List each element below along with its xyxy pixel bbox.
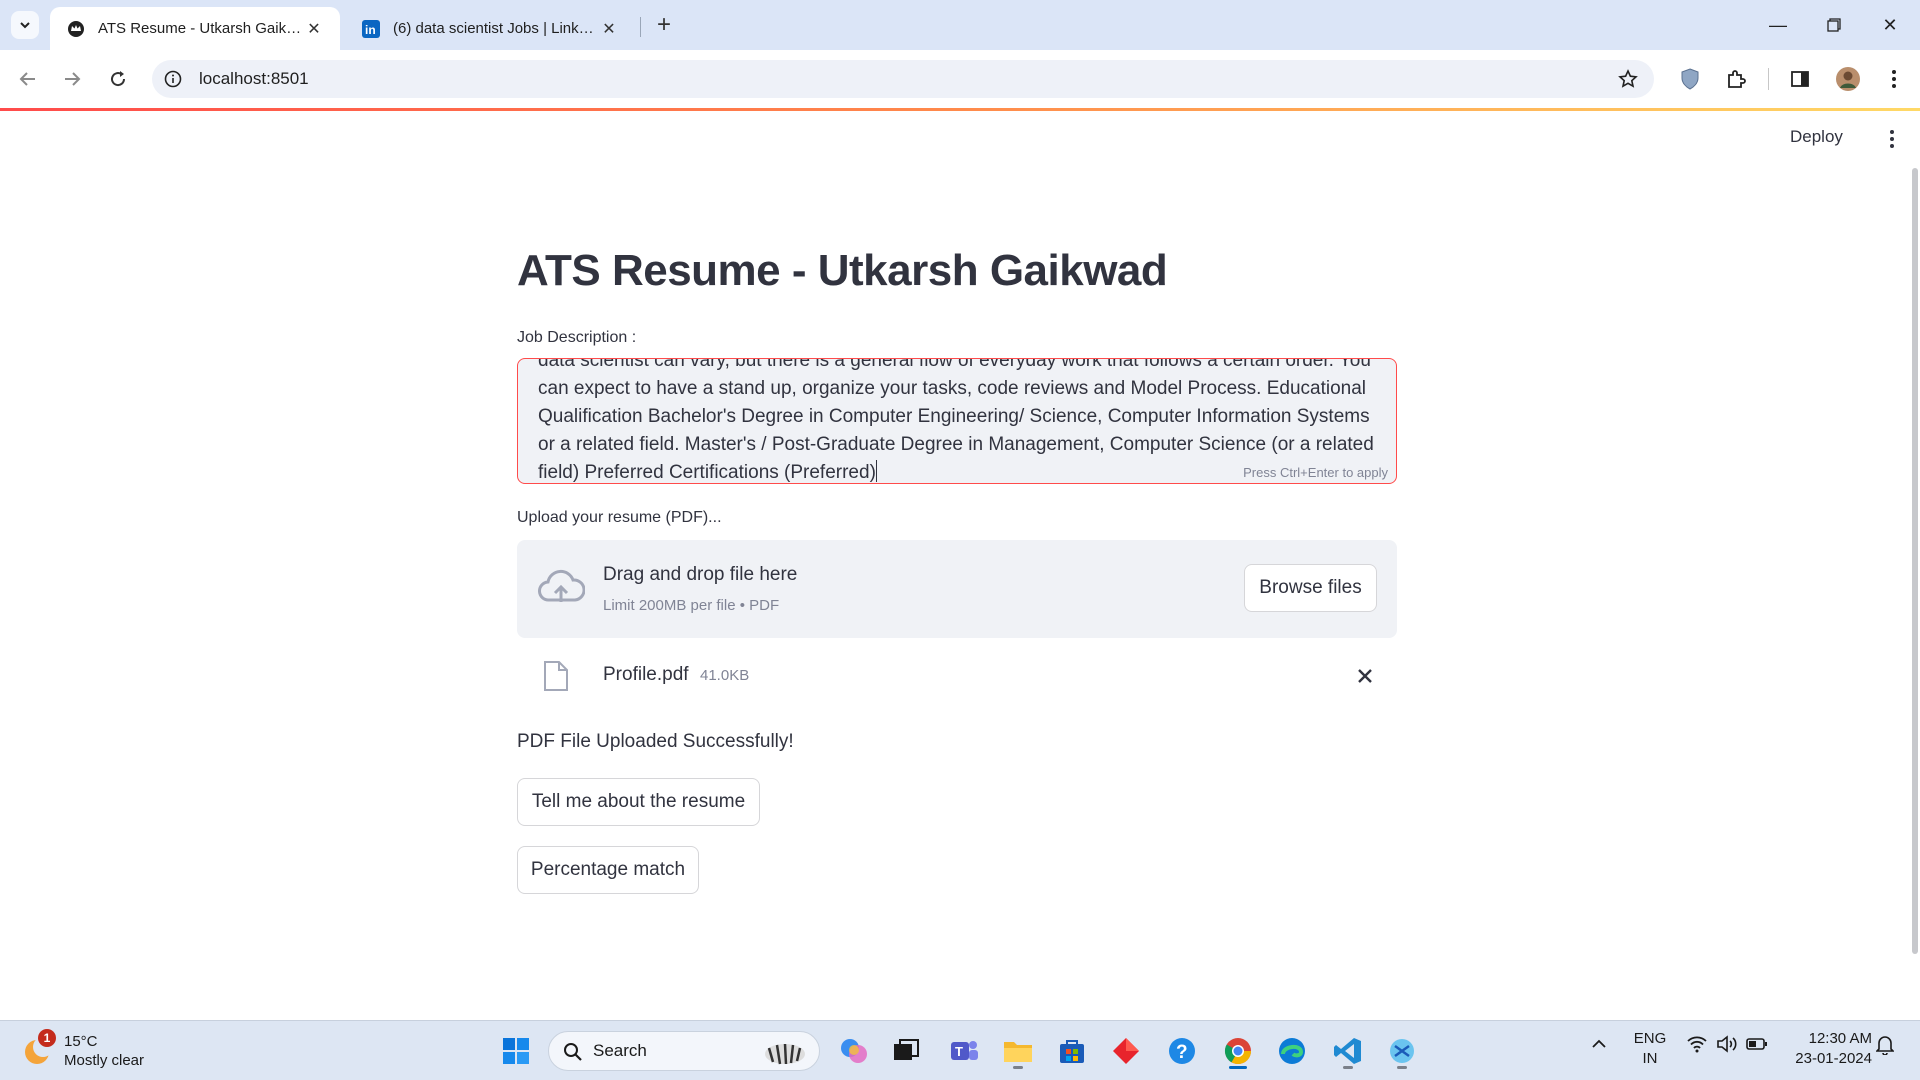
toolbar-divider (1768, 68, 1769, 90)
job-description-label: Job Description : (517, 329, 637, 346)
file-explorer-icon[interactable] (998, 1031, 1038, 1071)
new-tab-button[interactable]: + (650, 11, 678, 39)
side-panel-icon[interactable] (1786, 65, 1814, 93)
site-info-icon[interactable] (161, 67, 185, 91)
tab-ats-resume[interactable]: ATS Resume - Utkarsh Gaikwad ✕ (50, 7, 340, 50)
app-diamond-icon[interactable] (1106, 1031, 1146, 1071)
file-size: 41.0KB (700, 667, 750, 684)
tab-separator (640, 17, 641, 37)
vscode-icon[interactable] (1328, 1031, 1368, 1071)
percentage-match-button[interactable]: Percentage match (517, 846, 699, 894)
weather-condition: Mostly clear (64, 1052, 145, 1069)
weather-temperature: 15°C (64, 1033, 98, 1050)
snipping-tool-icon[interactable] (1382, 1031, 1422, 1071)
region-code: IN (1642, 1050, 1658, 1067)
language-indicator[interactable]: ENG IN (1630, 1029, 1670, 1069)
file-name: Profile.pdf (603, 664, 689, 685)
upload-success-message: PDF File Uploaded Successfully! (517, 731, 794, 752)
weather-badge: 1 (38, 1029, 56, 1047)
svg-text:in: in (365, 23, 376, 37)
close-tab-icon[interactable]: ✕ (304, 19, 324, 39)
dropzone-title: Drag and drop file here (603, 564, 798, 585)
system-clock[interactable]: 12:30 AM 23-01-2024 (1782, 1029, 1872, 1069)
task-view-icon[interactable] (886, 1031, 926, 1071)
clock-time: 12:30 AM (1808, 1030, 1872, 1047)
page-title: ATS Resume - Utkarsh Gaikwad (517, 246, 1168, 295)
store-icon[interactable] (1052, 1031, 1092, 1071)
streamlit-header-decoration (0, 108, 1920, 111)
running-indicator (1229, 1066, 1247, 1069)
url-text: localhost:8501 (199, 69, 309, 88)
file-icon (544, 661, 568, 691)
back-arrow-icon[interactable] (12, 63, 44, 95)
browser-tab-bar: ATS Resume - Utkarsh Gaikwad ✕ in (6) da… (0, 0, 1920, 50)
page-scrollbar[interactable] (1912, 168, 1918, 954)
job-description-textarea[interactable]: data scientist can vary, but there is a … (517, 358, 1397, 484)
tab-title: ATS Resume - Utkarsh Gaikwad (98, 20, 304, 37)
browser-menu-icon[interactable] (1880, 65, 1908, 93)
show-hidden-icons-chevron-icon[interactable] (1590, 1035, 1608, 1057)
tab-title: (6) data scientist Jobs | LinkedIn (393, 20, 599, 37)
browse-files-button[interactable]: Browse files (1244, 564, 1377, 612)
forward-arrow-icon[interactable] (56, 63, 88, 95)
address-bar[interactable]: localhost:8501 (152, 60, 1654, 98)
svg-text:?: ? (1176, 1042, 1188, 1063)
weather-widget[interactable]: 1 15°C Mostly clear (22, 1029, 222, 1073)
textarea-hint: Press Ctrl+Enter to apply (1237, 465, 1388, 480)
extensions-puzzle-icon[interactable] (1722, 65, 1750, 93)
close-tab-icon[interactable]: ✕ (599, 19, 619, 39)
tab-linkedin-jobs[interactable]: in (6) data scientist Jobs | LinkedIn ✕ (345, 7, 635, 50)
reload-icon[interactable] (102, 63, 134, 95)
shield-extension-icon[interactable] (1676, 65, 1704, 93)
remove-file-icon[interactable] (1353, 664, 1377, 688)
streamlit-crown-icon (66, 19, 86, 39)
language-code: ENG (1633, 1030, 1667, 1047)
uploaded-file-row: Profile.pdf 41.0KB (517, 656, 1397, 696)
browser-toolbar: localhost:8501 (0, 50, 1920, 108)
windows-start-icon[interactable] (496, 1031, 536, 1071)
linkedin-icon: in (361, 19, 381, 39)
windows-taskbar: 1 15°C Mostly clear Search T ? ENG IN 12… (0, 1020, 1920, 1080)
svg-text:T: T (955, 1044, 963, 1059)
close-window-icon[interactable]: ✕ (1862, 0, 1918, 50)
notifications-bell-icon[interactable] (1875, 1035, 1895, 1059)
cloud-upload-icon (538, 569, 585, 602)
tab-search-button[interactable] (11, 11, 39, 39)
bookmark-star-icon[interactable] (1616, 67, 1640, 91)
upload-label: Upload your resume (PDF)... (517, 509, 722, 526)
dropzone-limit: Limit 200MB per file • PDF (603, 597, 780, 614)
chrome-icon[interactable] (1218, 1031, 1258, 1071)
battery-icon[interactable] (1746, 1035, 1768, 1057)
deploy-button[interactable]: Deploy (1790, 127, 1843, 147)
wifi-icon[interactable] (1686, 1035, 1708, 1057)
tell-about-resume-button[interactable]: Tell me about the resume (517, 778, 760, 826)
clock-date: 23-01-2024 (1795, 1050, 1872, 1067)
search-label: Search (593, 1041, 647, 1060)
restore-icon[interactable] (1806, 0, 1862, 50)
teams-icon[interactable]: T (944, 1031, 984, 1071)
chevron-down-icon (20, 22, 30, 29)
zebra-highlight-icon (765, 1043, 805, 1065)
app-menu-icon[interactable] (1880, 127, 1904, 151)
file-dropzone[interactable]: Drag and drop file here Limit 200MB per … (517, 540, 1397, 638)
help-icon[interactable]: ? (1162, 1031, 1202, 1071)
running-indicator (1343, 1066, 1353, 1069)
running-indicator (1013, 1066, 1023, 1069)
search-icon (564, 1043, 582, 1061)
minimize-icon[interactable]: — (1750, 0, 1806, 50)
copilot-icon[interactable] (834, 1031, 874, 1071)
running-indicator (1397, 1066, 1407, 1069)
taskbar-search[interactable]: Search (548, 1031, 820, 1071)
volume-icon[interactable] (1716, 1035, 1738, 1057)
profile-avatar[interactable] (1834, 65, 1862, 93)
edge-icon[interactable] (1272, 1031, 1312, 1071)
